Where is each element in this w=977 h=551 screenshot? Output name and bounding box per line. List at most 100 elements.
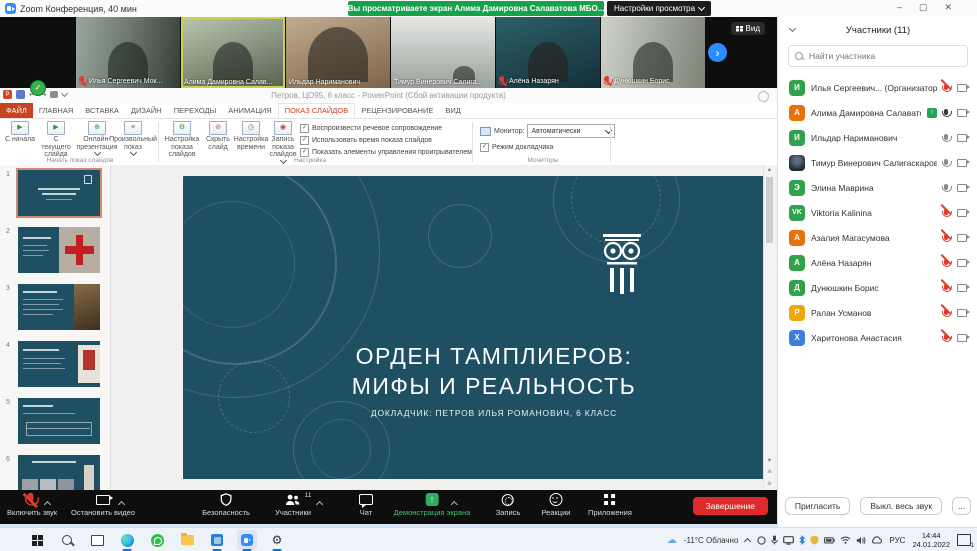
zoom-taskbar-icon[interactable] <box>240 533 254 547</box>
settings-icon[interactable]: ⚙ <box>270 533 284 547</box>
wifi-tray-icon[interactable] <box>840 536 851 544</box>
task-view-button[interactable] <box>90 533 104 547</box>
search-input[interactable] <box>807 50 961 62</box>
invite-button[interactable]: Пригласить <box>785 497 851 515</box>
camera-off-icon[interactable] <box>957 159 967 167</box>
slide-thumbnail-3[interactable]: 3 <box>0 283 110 333</box>
tab-transitions[interactable]: ПЕРЕХОДЫ <box>168 103 223 118</box>
record-button[interactable]: Запись <box>496 493 521 517</box>
participant-row[interactable]: Х Харитонова Анастасия <box>778 325 977 350</box>
mic-icon[interactable] <box>943 104 951 122</box>
checkbox-play-narrations[interactable]: Воспроизвести речевое сопровождение <box>300 124 472 133</box>
tab-slideshow[interactable]: ПОКАЗ СЛАЙДОВ <box>278 103 356 118</box>
whatsapp-icon[interactable] <box>150 533 164 547</box>
mic-tray-icon[interactable] <box>771 535 778 545</box>
muted-mic-icon[interactable] <box>943 279 951 297</box>
muted-mic-icon[interactable] <box>943 329 951 347</box>
view-settings-button[interactable]: Настройки просмотра <box>607 1 711 16</box>
apps-button[interactable]: Приложения <box>588 493 632 517</box>
end-meeting-button[interactable]: Завершение <box>693 497 768 515</box>
monitor-select[interactable]: Автоматически <box>527 124 615 138</box>
camera-off-icon[interactable] <box>957 259 967 267</box>
tab-design[interactable]: ДИЗАЙН <box>125 103 168 118</box>
from-current-slide-button[interactable]: ▶С текущего слайда <box>38 121 74 159</box>
tab-view[interactable]: ВИД <box>439 103 466 118</box>
weather-text[interactable]: -11°C Облачно <box>684 536 739 545</box>
video-tile[interactable]: Тимур Винерович Салига... <box>391 17 495 88</box>
battery-tray-icon[interactable] <box>824 537 835 544</box>
reactions-button[interactable]: Реакции <box>542 493 571 517</box>
muted-mic-icon[interactable] <box>943 254 951 272</box>
checkbox-use-timings[interactable]: Использовать время показа слайдов <box>300 136 472 145</box>
maximize-button[interactable]: ▢ <box>919 2 928 13</box>
bluetooth-tray-icon[interactable] <box>799 535 805 545</box>
scrollbar-thumb[interactable] <box>766 177 773 243</box>
mic-icon[interactable] <box>943 129 951 147</box>
from-beginning-button[interactable]: ▶С начала <box>2 121 38 144</box>
camera-off-icon[interactable] <box>957 109 967 117</box>
participant-row[interactable]: VK Viktoria Kalinina <box>778 200 977 225</box>
stop-video-button[interactable]: Остановить видео <box>71 493 135 517</box>
slide-thumbnail-5[interactable]: 5 <box>0 397 110 447</box>
setup-slideshow-button[interactable]: ⚙Настройка показа слайдов <box>162 121 202 159</box>
video-tile[interactable]: Алёна Назарян <box>496 17 600 88</box>
cloud-tray-icon[interactable] <box>871 536 882 544</box>
participant-row[interactable]: А Азалия Магасумова <box>778 225 977 250</box>
video-tile-active-speaker[interactable]: Алима Дамировна Салав... <box>181 17 285 88</box>
mic-icon[interactable] <box>943 154 951 172</box>
onedrive-tray-icon[interactable] <box>757 536 766 545</box>
security-button[interactable]: Безопасность <box>202 493 250 517</box>
muted-mic-icon[interactable] <box>943 304 951 322</box>
view-mode-button[interactable]: Вид <box>731 22 765 35</box>
checkbox-presenter-view[interactable]: Режим докладчика <box>480 143 615 152</box>
language-indicator[interactable]: РУС <box>889 536 905 545</box>
slideshow-preview-icon[interactable] <box>50 91 58 98</box>
display-tray-icon[interactable] <box>783 536 794 545</box>
chat-button[interactable]: Чат <box>359 493 373 517</box>
file-explorer-icon[interactable] <box>180 533 194 547</box>
save-icon[interactable] <box>16 90 25 99</box>
camera-off-icon[interactable] <box>957 134 967 142</box>
checkbox-show-media-controls[interactable]: Показать элементы управления проигрывате… <box>300 148 472 157</box>
camera-off-icon[interactable] <box>957 209 967 217</box>
edge-icon[interactable] <box>120 533 134 547</box>
tab-home[interactable]: ГЛАВНАЯ <box>33 103 79 118</box>
muted-mic-icon[interactable] <box>943 204 951 222</box>
current-slide[interactable]: ОРДЕН ТАМПЛИЕРОВ: МИФЫ И РЕАЛЬНОСТЬ ДОКЛ… <box>183 176 765 479</box>
qat-dropdown-icon[interactable] <box>61 90 68 97</box>
video-tile[interactable]: Илья Сергеевич Мок... <box>76 17 180 88</box>
mic-icon[interactable] <box>943 179 951 197</box>
participants-button[interactable]: 11 Участники <box>275 493 311 517</box>
participant-row[interactable]: Д Дунюшкин Борис <box>778 275 977 300</box>
participant-row[interactable]: Тимур Винерович Салигаскаров <box>778 150 977 175</box>
slide-thumbnail-1[interactable]: 1 <box>0 169 110 219</box>
participant-row[interactable]: Р Ралан Усманов <box>778 300 977 325</box>
next-slide-icon[interactable]: ≚ <box>764 481 775 488</box>
minimize-button[interactable]: – <box>897 2 902 13</box>
camera-off-icon[interactable] <box>957 184 967 192</box>
muted-mic-icon[interactable] <box>943 79 951 97</box>
taskbar-clock[interactable]: 14:44 24.01.2022 <box>912 531 950 549</box>
ribbon-display-options-icon[interactable] <box>758 91 769 102</box>
start-button[interactable] <box>30 533 44 547</box>
participants-options-chevron[interactable] <box>316 501 323 508</box>
tab-review[interactable]: РЕЦЕНЗИРОВАНИЕ <box>355 103 439 118</box>
unmute-button[interactable]: Включить звук <box>7 493 57 517</box>
participant-row[interactable]: И Илья Сергеевич... (Организатор, я) <box>778 75 977 100</box>
camera-off-icon[interactable] <box>957 234 967 242</box>
video-options-chevron[interactable] <box>118 501 125 508</box>
photos-icon[interactable] <box>210 533 224 547</box>
defender-tray-icon[interactable] <box>810 535 819 545</box>
camera-off-icon[interactable] <box>957 284 967 292</box>
tab-file[interactable]: ФАЙЛ <box>0 103 33 118</box>
next-videos-arrow-button[interactable]: › <box>708 43 727 62</box>
camera-off-icon[interactable] <box>957 334 967 342</box>
vertical-scrollbar[interactable]: ▲ ▼ ≙ ≚ <box>763 165 775 490</box>
video-tile[interactable]: Ильдар Нариманович <box>286 17 390 88</box>
scroll-up-icon[interactable]: ▲ <box>764 167 775 173</box>
participant-row[interactable]: А Алёна Назарян <box>778 250 977 275</box>
notification-center-icon[interactable]: 1 <box>957 534 971 546</box>
tab-insert[interactable]: ВСТАВКА <box>79 103 125 118</box>
muted-mic-icon[interactable] <box>943 229 951 247</box>
share-screen-button[interactable]: ↑ Демонстрация экрана <box>394 493 471 517</box>
